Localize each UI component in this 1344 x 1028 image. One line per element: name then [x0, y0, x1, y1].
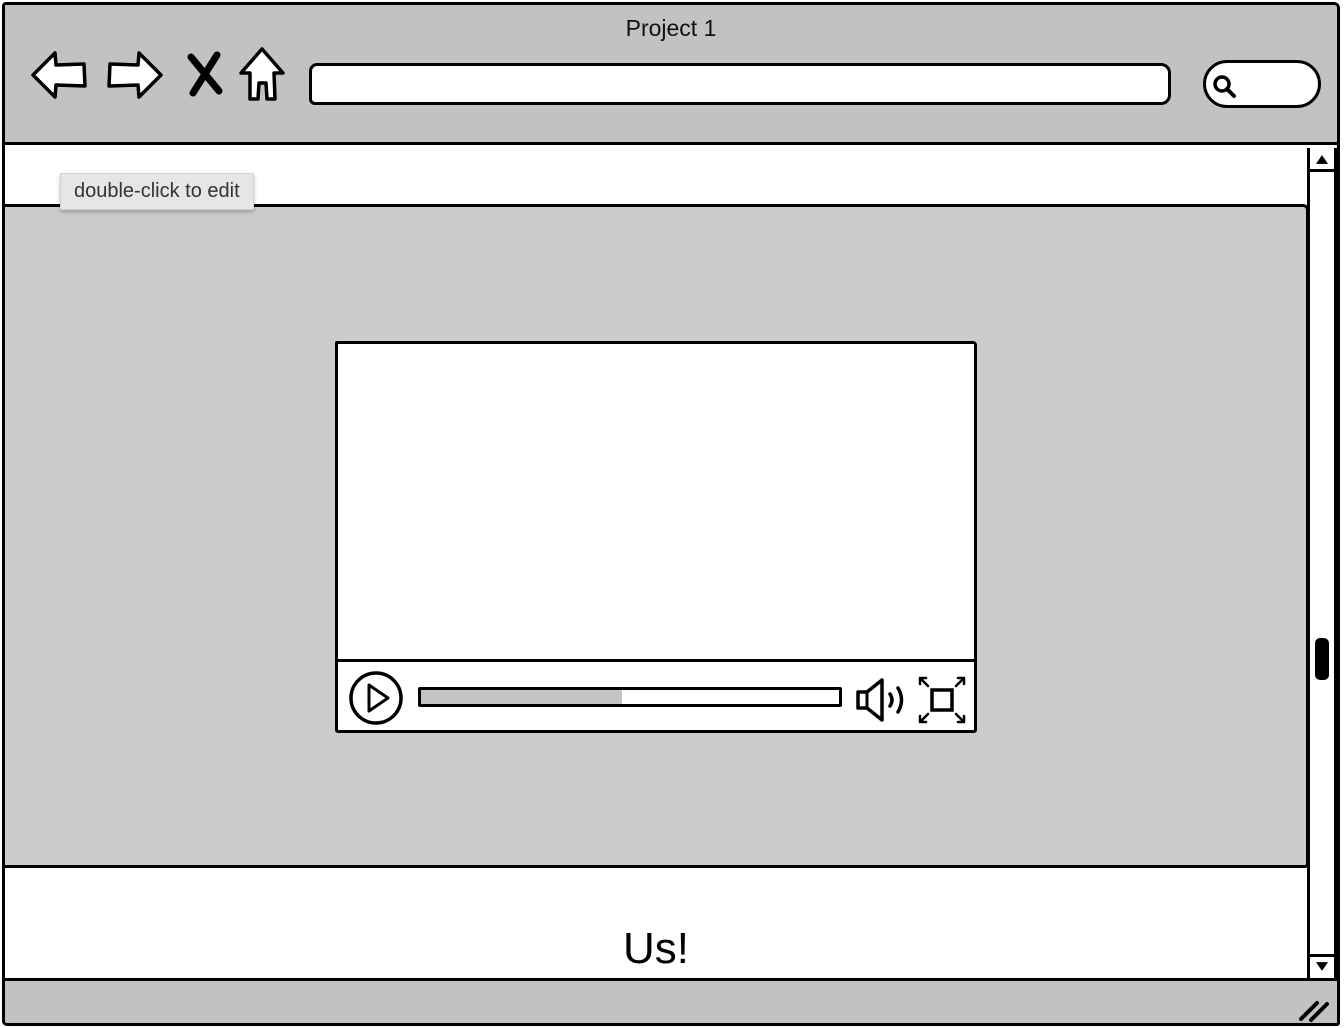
window-title: Project 1 — [625, 15, 717, 41]
vertical-scrollbar[interactable] — [1307, 148, 1337, 978]
section-heading: Us! — [623, 924, 689, 973]
page-viewport: double-click to edit Us! — [5, 148, 1309, 978]
browser-window: Project 1 double-click to edit Us! — [2, 2, 1340, 1026]
scroll-up-button[interactable] — [1310, 150, 1334, 172]
hero-panel — [5, 204, 1309, 868]
fullscreen-button[interactable] — [916, 674, 968, 726]
search-button[interactable] — [1203, 60, 1321, 108]
video-player[interactable] — [335, 341, 977, 733]
home-icon — [239, 47, 285, 101]
volume-icon — [856, 678, 904, 722]
scroll-down-button[interactable] — [1310, 954, 1334, 976]
resize-grip-icon — [1299, 1001, 1329, 1022]
triangle-up-icon — [1315, 155, 1329, 164]
address-bar[interactable] — [309, 63, 1171, 105]
home-button[interactable] — [235, 43, 289, 107]
browser-toolbar: Project 1 — [5, 5, 1337, 145]
status-bar — [5, 978, 1337, 1023]
resize-handle[interactable] — [1297, 997, 1331, 1023]
arrow-right-icon — [107, 51, 163, 99]
close-icon — [187, 51, 223, 97]
arrow-left-icon — [31, 51, 87, 99]
seek-bar[interactable] — [418, 687, 842, 707]
stop-button[interactable] — [181, 43, 229, 107]
scroll-thumb[interactable] — [1315, 638, 1329, 680]
video-screen[interactable] — [338, 344, 974, 662]
play-icon — [349, 671, 403, 725]
forward-button[interactable] — [105, 43, 165, 107]
search-icon — [1213, 75, 1236, 98]
edit-tooltip: double-click to edit — [60, 173, 254, 210]
triangle-down-icon — [1315, 962, 1329, 971]
volume-button[interactable] — [854, 674, 912, 726]
seek-progress — [421, 690, 622, 704]
back-button[interactable] — [29, 43, 89, 107]
play-button[interactable] — [348, 670, 404, 726]
fullscreen-icon — [918, 676, 966, 724]
